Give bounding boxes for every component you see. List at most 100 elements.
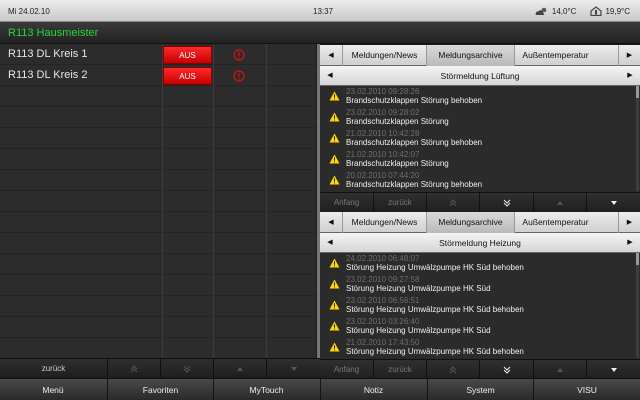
chevron-up-icon bbox=[557, 368, 563, 372]
menu-item-mytouch[interactable]: MyTouch bbox=[213, 379, 319, 400]
outdoor-temperature: 14,0°C bbox=[551, 6, 577, 16]
tab-prev-button[interactable]: ◀ bbox=[320, 212, 342, 233]
page-down-button[interactable] bbox=[479, 193, 533, 213]
tab-prev-button[interactable]: ◀ bbox=[320, 45, 342, 66]
list-item[interactable]: 23.02.2010 09:28:02 Brandschutzklappen S… bbox=[320, 107, 640, 128]
status-date: Mi 24.02.10 bbox=[8, 7, 50, 16]
page-up-button[interactable] bbox=[426, 360, 479, 380]
category-prev-button[interactable]: ◀ bbox=[320, 233, 340, 253]
scroll-down-button[interactable] bbox=[266, 359, 320, 379]
status-bar: Mi 24.02.10 13:37 14,0°C 19,9°C bbox=[0, 0, 640, 22]
list-item[interactable]: 23.02.2010 03:26:40 Störung Heizung Umwä… bbox=[320, 316, 640, 337]
message-timestamp: 23.02.2010 06:56:51 bbox=[346, 296, 420, 305]
message-text: Brandschutzklappen Störung behoben bbox=[346, 96, 483, 105]
off-button[interactable]: AUS bbox=[163, 67, 212, 85]
message-scrollbar[interactable] bbox=[636, 253, 639, 358]
tab-news[interactable]: Meldungen/News bbox=[342, 45, 426, 66]
message-navigation: Anfang zurück bbox=[320, 192, 640, 213]
warning-triangle-icon bbox=[329, 300, 340, 310]
menu-item-menu[interactable]: Menü bbox=[0, 379, 106, 400]
message-list: 24.02.2010 06:48:07 Störung Heizung Umwä… bbox=[320, 253, 640, 358]
main-menu: Menü Favoriten MyTouch Notiz System VISU bbox=[0, 378, 640, 400]
chevron-up-icon bbox=[557, 201, 563, 205]
chevron-down-icon bbox=[610, 368, 617, 372]
list-navigation: zurück bbox=[0, 358, 320, 379]
tab-news[interactable]: Meldungen/News bbox=[342, 212, 426, 233]
category-next-button[interactable]: ▶ bbox=[620, 66, 640, 86]
list-item[interactable]: 23.02.2010 09:27:58 Störung Heizung Umwä… bbox=[320, 274, 640, 295]
message-text: Brandschutzklappen Störung bbox=[346, 159, 449, 168]
menu-item-favorites[interactable]: Favoriten bbox=[107, 379, 213, 400]
warning-circle-icon[interactable] bbox=[233, 49, 245, 61]
back-button[interactable]: zurück bbox=[373, 360, 426, 380]
page-down-button[interactable] bbox=[160, 359, 213, 379]
warning-triangle-icon bbox=[329, 321, 340, 331]
category-title: Störmeldung Lüftung bbox=[440, 71, 520, 81]
scroll-down-button[interactable] bbox=[586, 360, 640, 380]
cloud-sun-icon bbox=[535, 7, 547, 15]
tab-archive[interactable]: Meldungsarchive bbox=[426, 212, 514, 233]
message-timestamp: 23.02.2010 09:27:58 bbox=[346, 275, 420, 284]
category-bar: ◀ Störmeldung Lüftung ▶ bbox=[320, 66, 640, 86]
tab-next-button[interactable]: ▶ bbox=[618, 45, 640, 66]
tab-archive[interactable]: Meldungsarchive bbox=[426, 45, 514, 66]
message-timestamp: 23.02.2010 09:28:02 bbox=[346, 108, 420, 117]
message-navigation: Anfang zurück bbox=[320, 359, 640, 380]
menu-item-system[interactable]: System bbox=[427, 379, 533, 400]
scroll-up-button[interactable] bbox=[533, 360, 586, 380]
message-timestamp: 21.02.2010 10:42:07 bbox=[346, 150, 420, 159]
warning-triangle-icon bbox=[329, 133, 340, 143]
device-label: R113 DL Kreis 1 bbox=[8, 48, 88, 60]
list-item[interactable]: 23.02.2010 06:56:51 Störung Heizung Umwä… bbox=[320, 295, 640, 316]
message-text: Störung Heizung Umwälzpumpe HK Süd bbox=[346, 326, 491, 335]
list-item[interactable]: 21.02.2010 10:42:28 Brandschutzklappen S… bbox=[320, 128, 640, 149]
page-title: R113 Hausmeister bbox=[0, 22, 640, 44]
page-down-button[interactable] bbox=[479, 360, 533, 380]
chevron-up-icon bbox=[237, 367, 243, 371]
scroll-up-button[interactable] bbox=[213, 359, 266, 379]
off-button[interactable]: AUS bbox=[163, 46, 212, 64]
message-scrollbar[interactable] bbox=[636, 86, 639, 191]
thermometer-house-icon bbox=[590, 6, 603, 16]
chevron-down-icon bbox=[610, 201, 617, 205]
tab-outdoor-temperature[interactable]: Außentemperatur bbox=[514, 45, 596, 66]
category-next-button[interactable]: ▶ bbox=[620, 233, 640, 253]
message-panel-ventilation: ◀ Meldungen/News Meldungsarchive Außente… bbox=[320, 45, 640, 213]
list-item: R113 DL Kreis 2 AUS bbox=[0, 66, 316, 86]
tab-next-button[interactable]: ▶ bbox=[618, 212, 640, 233]
list-item[interactable]: 20.02.2010 07:44:20 Brandschutzklappen S… bbox=[320, 170, 640, 191]
scroll-down-button[interactable] bbox=[586, 193, 640, 213]
start-button[interactable]: Anfang bbox=[320, 360, 373, 380]
list-item[interactable]: 21.02.2010 17:43:50 Störung Heizung Umwä… bbox=[320, 337, 640, 358]
tab-outdoor-temperature[interactable]: Außentemperatur bbox=[514, 212, 596, 233]
message-text: Störung Heizung Umwälzpumpe HK Süd bbox=[346, 284, 491, 293]
menu-item-visu[interactable]: VISU bbox=[533, 379, 640, 400]
double-chevron-up-icon bbox=[449, 199, 457, 207]
chevron-down-icon bbox=[290, 367, 297, 371]
warning-triangle-icon bbox=[329, 279, 340, 289]
scroll-up-button[interactable] bbox=[533, 193, 586, 213]
category-bar: ◀ Störmeldung Heizung ▶ bbox=[320, 233, 640, 253]
list-item[interactable]: 24.02.2010 06:48:07 Störung Heizung Umwä… bbox=[320, 253, 640, 274]
back-button[interactable]: zurück bbox=[0, 359, 107, 379]
list-item[interactable]: 21.02.2010 10:42:07 Brandschutzklappen S… bbox=[320, 149, 640, 170]
back-button[interactable]: zurück bbox=[373, 193, 426, 213]
device-list: R113 DL Kreis 1 AUS R113 DL Kreis 2 AUS bbox=[0, 44, 316, 358]
warning-circle-icon[interactable] bbox=[233, 70, 245, 82]
message-text: Störung Heizung Umwälzpumpe HK Süd behob… bbox=[346, 305, 524, 314]
message-text: Störung Heizung Umwälzpumpe HK Süd behob… bbox=[346, 347, 524, 356]
page-up-button[interactable] bbox=[426, 193, 479, 213]
menu-item-notes[interactable]: Notiz bbox=[320, 379, 426, 400]
message-timestamp: 21.02.2010 10:42:28 bbox=[346, 129, 420, 138]
page-up-button[interactable] bbox=[107, 359, 160, 379]
status-time: 13:37 bbox=[313, 7, 334, 16]
warning-triangle-icon bbox=[329, 175, 340, 185]
category-prev-button[interactable]: ◀ bbox=[320, 66, 340, 86]
message-text: Brandschutzklappen Störung behoben bbox=[346, 138, 483, 147]
list-item[interactable]: 23.02.2010 09:28:26 Brandschutzklappen S… bbox=[320, 86, 640, 107]
start-button[interactable]: Anfang bbox=[320, 193, 373, 213]
message-text: Störung Heizung Umwälzpumpe HK Süd behob… bbox=[346, 263, 524, 272]
warning-triangle-icon bbox=[329, 112, 340, 122]
tab-bar: ◀ Meldungen/News Meldungsarchive Außente… bbox=[320, 45, 640, 66]
double-chevron-down-icon bbox=[503, 199, 510, 207]
